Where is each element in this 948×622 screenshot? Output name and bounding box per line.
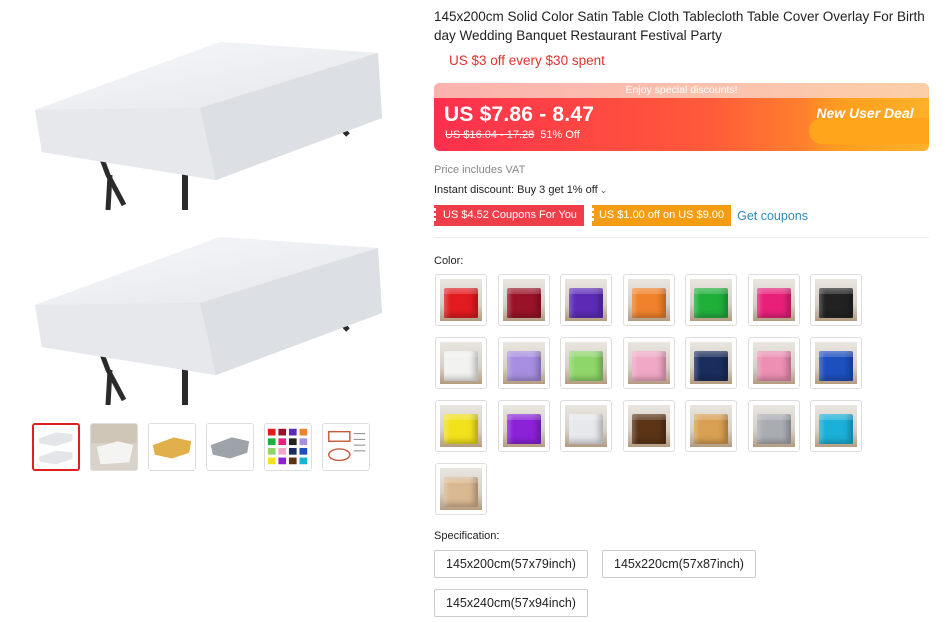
tablecloth-color-sample (569, 288, 603, 318)
swatch-image (503, 405, 545, 447)
swatch-image (565, 342, 607, 384)
color-swatch-orange[interactable] (623, 274, 675, 326)
main-product-image[interactable] (20, 20, 392, 405)
swatch-image (440, 279, 482, 321)
color-swatch-brown[interactable] (623, 400, 675, 452)
swatch-image (815, 342, 857, 384)
vat-note: Price includes VAT (434, 164, 526, 176)
spec-option-145x240[interactable]: 145x240cm(57x94inch) (434, 589, 588, 617)
swatch-image (753, 342, 795, 384)
chevron-down-icon: ⌄ (599, 185, 608, 195)
tablecloth-color-sample (507, 288, 541, 318)
tablecloth-color-sample (694, 288, 728, 318)
swatch-image (440, 342, 482, 384)
thumbnail-color-chart[interactable] (264, 423, 312, 471)
color-swatch-black[interactable] (810, 274, 862, 326)
coupon-badge-store[interactable]: US $4.52 Coupons For You (432, 205, 584, 226)
tablecloth-color-sample (507, 351, 541, 381)
color-swatch-red[interactable] (435, 274, 487, 326)
color-swatch-pink[interactable] (623, 337, 675, 389)
color-swatch-green[interactable] (685, 274, 737, 326)
tablecloth-color-sample (569, 414, 603, 444)
tablecloth-color-sample (444, 351, 478, 381)
swatch-image (565, 279, 607, 321)
thumbnail-two-white-tables[interactable] (32, 423, 80, 471)
thumbnail-gold-table[interactable] (148, 423, 196, 471)
spec-option-145x200[interactable]: 145x200cm(57x79inch) (434, 550, 588, 578)
spec-option-145x220[interactable]: 145x220cm(57x87inch) (602, 550, 756, 578)
swatch-image (628, 405, 670, 447)
price-sub-line: US $16.04 - 17.28 51% Off (445, 129, 580, 141)
discount-ribbon: Enjoy special discounts! (434, 83, 929, 98)
swatch-image (690, 342, 732, 384)
tablecloth-color-sample (757, 288, 791, 318)
swatch-image (753, 405, 795, 447)
original-price: US $16.04 - 17.28 (445, 129, 535, 141)
color-swatch-silver-white[interactable] (560, 400, 612, 452)
tablecloth-color-sample (819, 351, 853, 381)
color-swatch-light-green[interactable] (560, 337, 612, 389)
color-swatch-purple[interactable] (560, 274, 612, 326)
color-label: Color: (434, 255, 464, 267)
color-swatch-light-pink[interactable] (748, 337, 800, 389)
coupon-row: US $4.52 Coupons For You US $1.00 off on… (432, 205, 808, 226)
swatch-image (690, 279, 732, 321)
tablecloth-color-sample (444, 477, 478, 507)
thumbnail-white-table-room[interactable] (90, 423, 138, 471)
tablecloth-color-sample (757, 351, 791, 381)
current-price: US $7.86 - 8.47 (444, 103, 595, 126)
swatch-image (815, 405, 857, 447)
new-user-deal-label: New User Deal (816, 105, 914, 121)
color-swatch-silver[interactable] (748, 400, 800, 452)
tablecloth-color-sample (694, 351, 728, 381)
color-swatch-lavender[interactable] (498, 337, 550, 389)
swatch-image (628, 279, 670, 321)
color-swatch-burgundy[interactable] (498, 274, 550, 326)
product-title: 145x200cm Solid Color Satin Table Cloth … (434, 9, 925, 43)
tablecloth-color-sample (569, 351, 603, 381)
color-swatch-royal-blue[interactable] (810, 337, 862, 389)
tablecloth-color-sample (757, 414, 791, 444)
tablecloth-color-sample (819, 288, 853, 318)
thumbnail-strip (32, 423, 370, 471)
swatch-image (753, 279, 795, 321)
thumbnail-silver-table[interactable] (206, 423, 254, 471)
discount-percent: 51% Off (540, 129, 580, 141)
swatch-image (628, 342, 670, 384)
instant-discount-label: Instant discount: Buy 3 get 1% off (434, 184, 598, 196)
swatch-image (565, 405, 607, 447)
tablecloth-color-sample (694, 414, 728, 444)
color-swatch-turquoise[interactable] (810, 400, 862, 452)
color-swatch-white[interactable] (435, 337, 487, 389)
store-promo-text[interactable]: US $3 off every $30 spent (449, 53, 605, 68)
swatch-image (440, 468, 482, 510)
instant-discount[interactable]: Instant discount: Buy 3 get 1% off ⌄ (434, 184, 607, 196)
swatch-image (815, 279, 857, 321)
swatch-image (690, 405, 732, 447)
color-swatch-yellow[interactable] (435, 400, 487, 452)
color-swatch-navy[interactable] (685, 337, 737, 389)
tablecloth-color-sample (444, 414, 478, 444)
tablecloth-color-sample (632, 414, 666, 444)
swatch-image (503, 279, 545, 321)
swatch-image (503, 342, 545, 384)
specification-label: Specification: (434, 530, 500, 542)
color-swatch-gold[interactable] (685, 400, 737, 452)
new-user-deal-badge[interactable]: New User Deal (805, 98, 929, 151)
coupon-badge-threshold[interactable]: US $1.00 off on US $9.00 (589, 205, 732, 226)
get-coupons-link[interactable]: Get coupons (737, 209, 808, 223)
section-divider (434, 237, 929, 238)
tablecloth-color-sample (632, 288, 666, 318)
swatch-image (440, 405, 482, 447)
color-swatch-champagne[interactable] (435, 463, 487, 515)
tablecloth-color-sample (507, 414, 541, 444)
thumbnail-size-chart[interactable] (322, 423, 370, 471)
color-swatch-rose[interactable] (748, 274, 800, 326)
color-swatch-violet[interactable] (498, 400, 550, 452)
price-banner: Enjoy special discounts! US $7.86 - 8.47… (434, 83, 929, 151)
tablecloth-color-sample (444, 288, 478, 318)
tablecloth-color-sample (632, 351, 666, 381)
tablecloth-color-sample (819, 414, 853, 444)
